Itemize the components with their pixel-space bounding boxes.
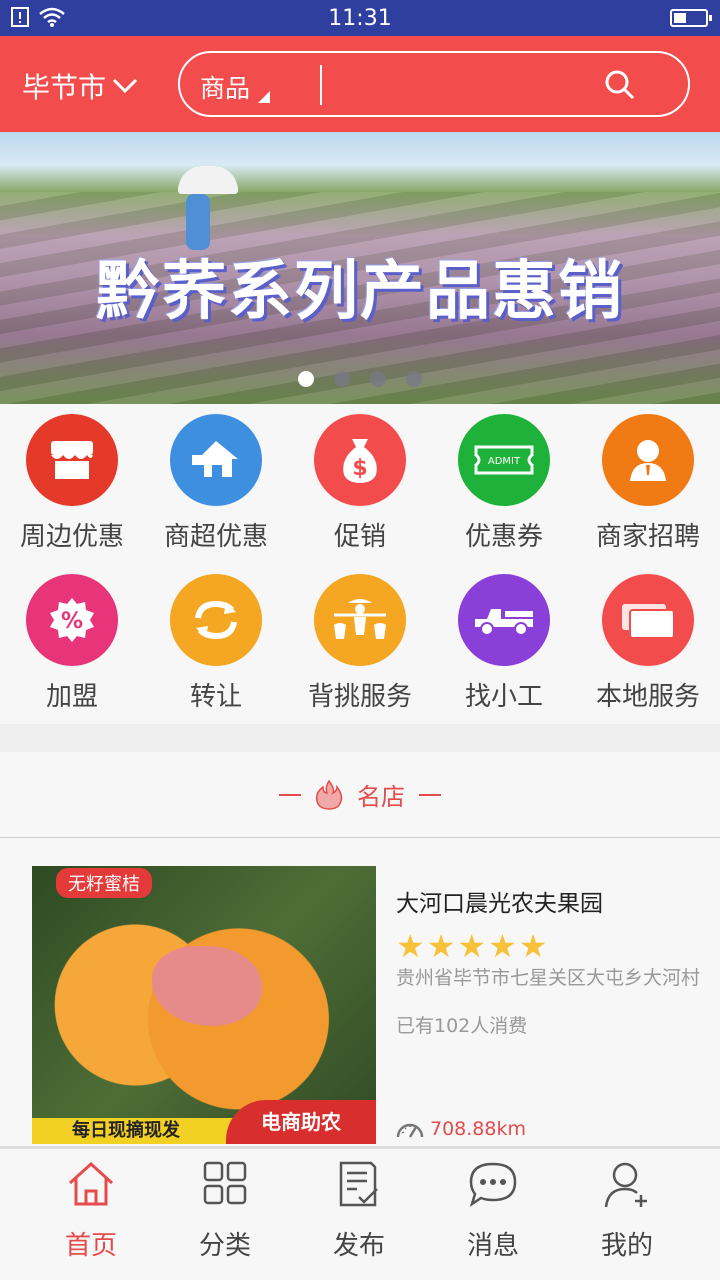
category-label: 优惠券 bbox=[464, 522, 543, 552]
section-title-line bbox=[279, 793, 301, 796]
category-label: 背挑服务 bbox=[307, 682, 412, 712]
category-label: 转让 bbox=[189, 682, 242, 712]
category-item[interactable]: ADMIT 优惠券 bbox=[432, 404, 576, 564]
truck-icon bbox=[458, 574, 550, 666]
city-selector[interactable]: 毕节市 bbox=[22, 66, 138, 106]
promo-banner[interactable]: 黔荞系列产品惠销 bbox=[0, 132, 720, 404]
tab-profile[interactable]: 我的 bbox=[560, 1149, 694, 1279]
notification-icon bbox=[11, 7, 29, 27]
person-icon bbox=[602, 414, 694, 506]
search-bar: 商品 bbox=[178, 51, 690, 117]
svg-text:%: % bbox=[61, 609, 83, 634]
category-item[interactable]: % 加盟 bbox=[0, 564, 144, 724]
search-category-select[interactable]: 商品 bbox=[200, 69, 250, 105]
search-icon[interactable] bbox=[604, 69, 636, 101]
banner-dot[interactable] bbox=[370, 371, 386, 387]
home-icon bbox=[68, 1161, 114, 1206]
refresh-icon bbox=[170, 574, 262, 666]
cards-icon bbox=[602, 574, 694, 666]
shop-consumption: 已有102人消费 bbox=[396, 1015, 528, 1037]
star-icon: ★ bbox=[518, 927, 548, 965]
tab-label: 发布 bbox=[332, 1231, 385, 1261]
star-icon: ★ bbox=[488, 927, 517, 965]
star-icon: ★ bbox=[426, 927, 456, 965]
banner-dot[interactable] bbox=[406, 371, 422, 387]
shop-card[interactable]: 无籽蜜桔 每日现摘现发 电商助农 大河口晨光农夫果园 ★ ★ ★ ★ ★ 贵州省… bbox=[0, 838, 720, 1146]
status-icons bbox=[10, 6, 66, 28]
dropdown-triangle-icon bbox=[258, 91, 270, 103]
tab-home[interactable]: 首页 bbox=[24, 1149, 158, 1279]
top-header: 毕节市 商品 bbox=[0, 36, 720, 132]
category-item[interactable]: 周边优惠 bbox=[0, 404, 144, 564]
section-header: 名店 bbox=[0, 752, 720, 838]
tab-label: 消息 bbox=[466, 1231, 519, 1261]
category-label: 找小工 bbox=[464, 682, 543, 712]
bottom-tab-bar: 首页 分类 发布 消息 我的 bbox=[0, 1146, 720, 1280]
chat-bubble-icon bbox=[469, 1162, 517, 1207]
chevron-down-icon bbox=[112, 78, 138, 94]
star-icon: ★ bbox=[457, 927, 487, 965]
edit-note-icon bbox=[339, 1161, 378, 1207]
tab-category[interactable]: 分类 bbox=[158, 1149, 292, 1279]
user-add-icon bbox=[604, 1162, 647, 1208]
flame-icon bbox=[315, 779, 343, 810]
category-item[interactable]: 找小工 bbox=[432, 564, 576, 724]
section-title: 名店 bbox=[357, 783, 405, 811]
store-icon bbox=[26, 414, 118, 506]
orange-flesh bbox=[152, 946, 262, 1026]
status-bar: 11:31 bbox=[0, 0, 720, 36]
tab-label: 首页 bbox=[64, 1231, 117, 1261]
banner-pagination bbox=[0, 371, 720, 387]
category-item[interactable]: 转让 bbox=[144, 564, 288, 724]
image-badge: 电商助农 bbox=[226, 1100, 376, 1144]
shop-info: 大河口晨光农夫果园 ★ ★ ★ ★ ★ 贵州省毕节市七星关区大屯乡大河村 已有1… bbox=[396, 884, 706, 1038]
grid-icon bbox=[203, 1161, 247, 1205]
section-title-line bbox=[419, 793, 441, 796]
banner-umbrella-figure bbox=[178, 166, 238, 194]
banner-dot[interactable] bbox=[334, 371, 350, 387]
category-item[interactable]: 背挑服务 bbox=[288, 564, 432, 724]
shop-rating: ★ ★ ★ ★ ★ bbox=[396, 930, 706, 962]
category-label: 商超优惠 bbox=[163, 522, 268, 552]
category-label: 商家招聘 bbox=[595, 522, 700, 552]
porter-icon bbox=[314, 574, 406, 666]
speedometer-icon bbox=[396, 1123, 424, 1138]
percent-icon: % bbox=[26, 574, 118, 666]
search-divider bbox=[320, 65, 322, 105]
tab-publish[interactable]: 发布 bbox=[292, 1149, 426, 1279]
svg-text:ADMIT: ADMIT bbox=[488, 456, 521, 467]
category-item[interactable]: 本地服务 bbox=[576, 564, 720, 724]
category-label: 加盟 bbox=[45, 682, 98, 712]
banner-dot[interactable] bbox=[298, 371, 314, 387]
category-label: 促销 bbox=[333, 522, 386, 552]
banner-title: 黔荞系列产品惠销 bbox=[96, 255, 624, 329]
money-bag-icon: $ bbox=[314, 414, 406, 506]
shop-address: 贵州省毕节市七星关区大屯乡大河村 bbox=[396, 967, 701, 989]
star-icon: ★ bbox=[396, 927, 425, 965]
tab-label: 我的 bbox=[600, 1231, 653, 1261]
supermarket-icon bbox=[170, 414, 262, 506]
ticket-icon: ADMIT bbox=[458, 414, 550, 506]
distance-value: 708.88km bbox=[430, 1118, 526, 1140]
category-label: 本地服务 bbox=[595, 682, 700, 712]
category-label: 周边优惠 bbox=[19, 522, 124, 552]
tab-messages[interactable]: 消息 bbox=[426, 1149, 560, 1279]
tab-label: 分类 bbox=[198, 1231, 251, 1261]
shop-distance: 708.88km bbox=[396, 1118, 526, 1140]
search-input[interactable] bbox=[332, 63, 592, 107]
category-item[interactable]: $ 促销 bbox=[288, 404, 432, 564]
category-grid: 周边优惠 商超优惠 $ 促销 ADMIT 优惠券 商家招聘 % 加盟 转让 背挑… bbox=[0, 404, 720, 724]
wifi-icon bbox=[39, 7, 65, 27]
status-time: 11:31 bbox=[328, 5, 392, 31]
category-item[interactable]: 商超优惠 bbox=[144, 404, 288, 564]
shop-image[interactable]: 无籽蜜桔 每日现摘现发 电商助农 bbox=[32, 866, 376, 1144]
shop-name: 大河口晨光农夫果园 bbox=[396, 891, 603, 917]
category-item[interactable]: 商家招聘 bbox=[576, 404, 720, 564]
battery-icon bbox=[670, 9, 712, 27]
image-tag: 无籽蜜桔 bbox=[56, 868, 152, 898]
svg-text:$: $ bbox=[352, 456, 367, 481]
section-separator bbox=[0, 724, 720, 752]
city-label: 毕节市 bbox=[22, 71, 107, 104]
